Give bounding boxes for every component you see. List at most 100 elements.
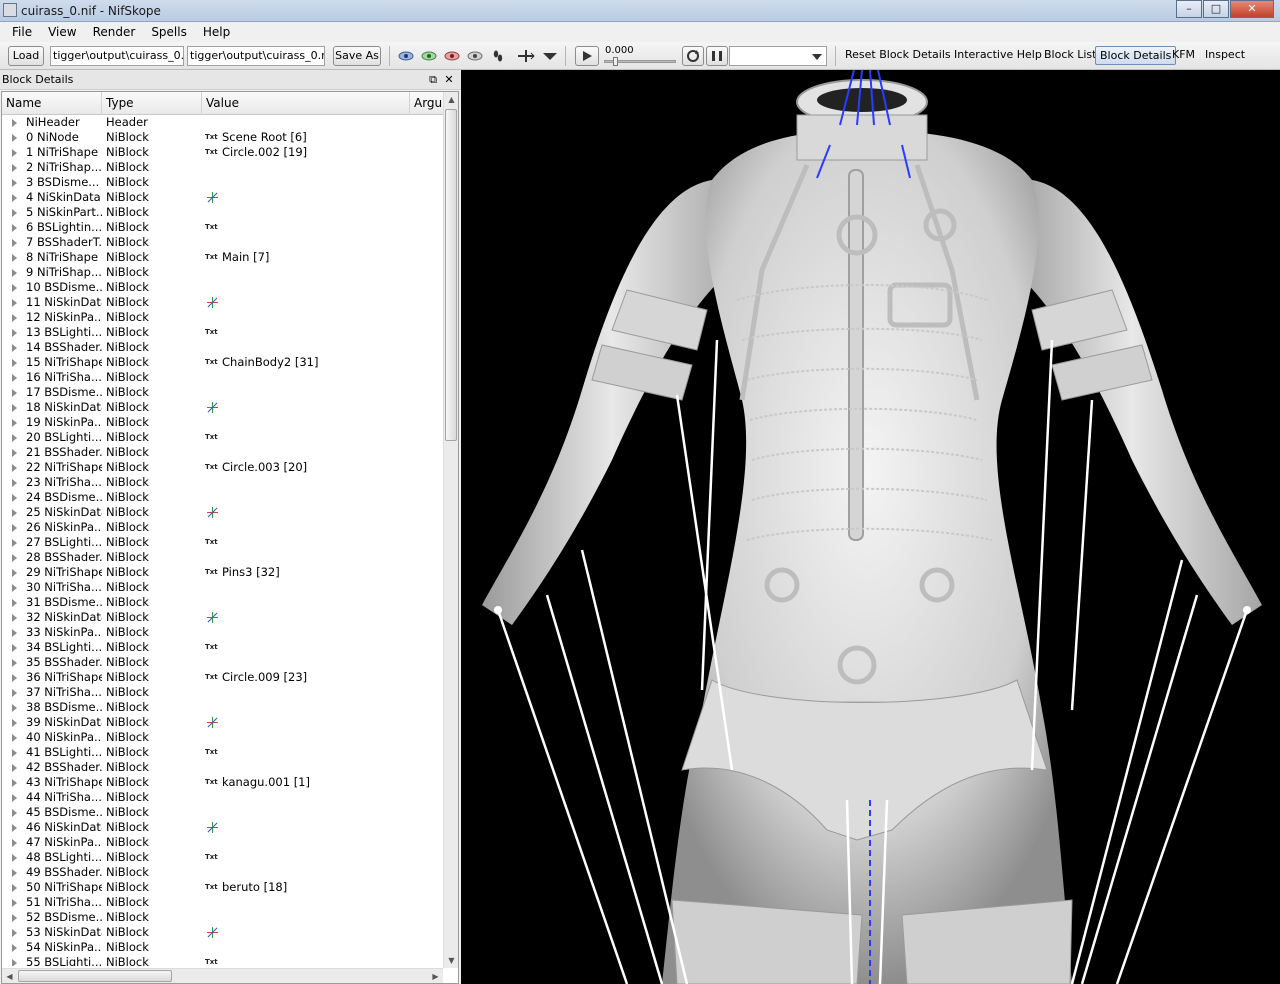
- load-button[interactable]: Load: [8, 46, 44, 66]
- expand-arrow-icon[interactable]: [12, 599, 17, 607]
- tree-row[interactable]: 12 NiSkinPa... NiBlock: [2, 310, 443, 325]
- scroll-left-icon[interactable]: ◀: [2, 969, 17, 984]
- tree-row[interactable]: 17 BSDisme... NiBlock: [2, 385, 443, 400]
- tree-row[interactable]: 10 BSDisme... NiBlock: [2, 280, 443, 295]
- expand-arrow-icon[interactable]: [12, 689, 17, 697]
- expand-arrow-icon[interactable]: [12, 329, 17, 337]
- menu-help[interactable]: Help: [195, 25, 238, 39]
- inspect-link[interactable]: Inspect: [1205, 48, 1245, 61]
- expand-arrow-icon[interactable]: [12, 824, 17, 832]
- tree-row[interactable]: 16 NiTriSha... NiBlock: [2, 370, 443, 385]
- maximize-button[interactable]: □: [1203, 0, 1229, 18]
- tree-row[interactable]: 23 NiTriSha... NiBlock: [2, 475, 443, 490]
- expand-arrow-icon[interactable]: [12, 359, 17, 367]
- expand-arrow-icon[interactable]: [12, 209, 17, 217]
- tree-row[interactable]: 36 NiTriShape NiBlock Circle.009 [23]: [2, 670, 443, 685]
- col-value[interactable]: Value: [202, 92, 410, 115]
- tree-row[interactable]: 27 BSLighti... NiBlock: [2, 535, 443, 550]
- expand-arrow-icon[interactable]: [12, 239, 17, 247]
- expand-arrow-icon[interactable]: [12, 404, 17, 412]
- expand-arrow-icon[interactable]: [12, 884, 17, 892]
- expand-arrow-icon[interactable]: [12, 929, 17, 937]
- scroll-up-icon[interactable]: ▲: [444, 92, 459, 107]
- expand-arrow-icon[interactable]: [12, 554, 17, 562]
- row-value[interactable]: Pins3 [32]: [222, 565, 280, 580]
- expand-arrow-icon[interactable]: [12, 719, 17, 727]
- block-details-link[interactable]: Block Details: [1095, 46, 1177, 65]
- row-value[interactable]: ChainBody2 [31]: [222, 355, 318, 370]
- tree-row[interactable]: 14 BSShader... NiBlock: [2, 340, 443, 355]
- expand-arrow-icon[interactable]: [12, 869, 17, 877]
- expand-arrow-icon[interactable]: [12, 464, 17, 472]
- tree-row[interactable]: 52 BSDisme... NiBlock: [2, 910, 443, 925]
- tree-row[interactable]: 2 NiTriShap... NiBlock: [2, 160, 443, 175]
- expand-arrow-icon[interactable]: [12, 659, 17, 667]
- tree-row[interactable]: 31 BSDisme... NiBlock: [2, 595, 443, 610]
- row-value[interactable]: Circle.003 [20]: [222, 460, 307, 475]
- tree-row[interactable]: 24 BSDisme... NiBlock: [2, 490, 443, 505]
- tree-row[interactable]: 54 NiSkinPa... NiBlock: [2, 940, 443, 955]
- tree-row[interactable]: 41 BSLighti... NiBlock: [2, 745, 443, 760]
- tree-row[interactable]: 47 NiSkinPa... NiBlock: [2, 835, 443, 850]
- tree-row[interactable]: 21 BSShader... NiBlock: [2, 445, 443, 460]
- tree-row[interactable]: 38 BSDisme... NiBlock: [2, 700, 443, 715]
- expand-arrow-icon[interactable]: [12, 629, 17, 637]
- expand-arrow-icon[interactable]: [12, 539, 17, 547]
- horizontal-scrollbar[interactable]: ◀ ▶: [2, 968, 443, 983]
- tree-row[interactable]: 46 NiSkinData NiBlock: [2, 820, 443, 835]
- menu-view[interactable]: View: [40, 25, 84, 39]
- vertical-scroll-thumb[interactable]: [445, 109, 457, 441]
- menu-spells[interactable]: Spells: [143, 25, 195, 39]
- tree-row[interactable]: 50 NiTriShape NiBlock beruto [18]: [2, 880, 443, 895]
- col-name[interactable]: Name: [2, 92, 102, 115]
- expand-arrow-icon[interactable]: [12, 299, 17, 307]
- time-slider-handle[interactable]: [613, 57, 618, 66]
- expand-arrow-icon[interactable]: [12, 494, 17, 502]
- expand-arrow-icon[interactable]: [12, 119, 17, 127]
- expand-arrow-icon[interactable]: [12, 644, 17, 652]
- expand-arrow-icon[interactable]: [12, 959, 17, 966]
- tree-row[interactable]: 30 NiTriSha... NiBlock: [2, 580, 443, 595]
- close-button[interactable]: ✕: [1230, 0, 1274, 18]
- expand-arrow-icon[interactable]: [12, 374, 17, 382]
- dock-close-icon[interactable]: ✕: [443, 73, 455, 86]
- expand-arrow-icon[interactable]: [12, 449, 17, 457]
- tree-row[interactable]: 45 BSDisme... NiBlock: [2, 805, 443, 820]
- row-value[interactable]: Scene Root [6]: [222, 130, 307, 145]
- row-value[interactable]: kanagu.001 [1]: [222, 775, 310, 790]
- view-dropdown-icon[interactable]: [541, 48, 559, 64]
- tree-row[interactable]: 39 NiSkinData NiBlock: [2, 715, 443, 730]
- expand-arrow-icon[interactable]: [12, 164, 17, 172]
- dock-float-icon[interactable]: ⧉: [427, 73, 439, 87]
- tree-row[interactable]: 1 NiTriShape NiBlock Circle.002 [19]: [2, 145, 443, 160]
- expand-arrow-icon[interactable]: [12, 764, 17, 772]
- tree-row[interactable]: 3 BSDisme... NiBlock: [2, 175, 443, 190]
- tree-row[interactable]: 51 NiTriSha... NiBlock: [2, 895, 443, 910]
- expand-arrow-icon[interactable]: [12, 524, 17, 532]
- kfm-link[interactable]: KFM: [1172, 48, 1195, 61]
- tree-row[interactable]: 11 NiSkinData NiBlock: [2, 295, 443, 310]
- walk-footprint-icon[interactable]: [489, 48, 507, 64]
- expand-arrow-icon[interactable]: [12, 509, 17, 517]
- tree-row[interactable]: 37 NiTriSha... NiBlock: [2, 685, 443, 700]
- reset-block-details-link[interactable]: Reset Block Details: [845, 48, 951, 61]
- row-value[interactable]: Main [7]: [222, 250, 269, 265]
- axes-icon[interactable]: [517, 48, 535, 64]
- tree-row[interactable]: 8 NiTriShape NiBlock Main [7]: [2, 250, 443, 265]
- save-path-field[interactable]: tigger\output\cuirass_0.nif: [187, 46, 325, 66]
- col-arguments[interactable]: Argu: [410, 92, 443, 115]
- expand-arrow-icon[interactable]: [12, 269, 17, 277]
- expand-arrow-icon[interactable]: [12, 224, 17, 232]
- tree-row[interactable]: 35 BSShader... NiBlock: [2, 655, 443, 670]
- block-tree[interactable]: Name Type Value Argu NiHeader Header 0 NiN…: [1, 91, 459, 984]
- time-slider[interactable]: [604, 57, 676, 66]
- view-eye-gray-icon[interactable]: [466, 48, 484, 64]
- tree-row[interactable]: 34 BSLighti... NiBlock: [2, 640, 443, 655]
- tree-row[interactable]: 48 BSLighti... NiBlock: [2, 850, 443, 865]
- view-eye-blue-icon[interactable]: [397, 48, 415, 64]
- expand-arrow-icon[interactable]: [12, 944, 17, 952]
- expand-arrow-icon[interactable]: [12, 749, 17, 757]
- tree-row[interactable]: 5 NiSkinPart... NiBlock: [2, 205, 443, 220]
- expand-arrow-icon[interactable]: [12, 134, 17, 142]
- expand-arrow-icon[interactable]: [12, 254, 17, 262]
